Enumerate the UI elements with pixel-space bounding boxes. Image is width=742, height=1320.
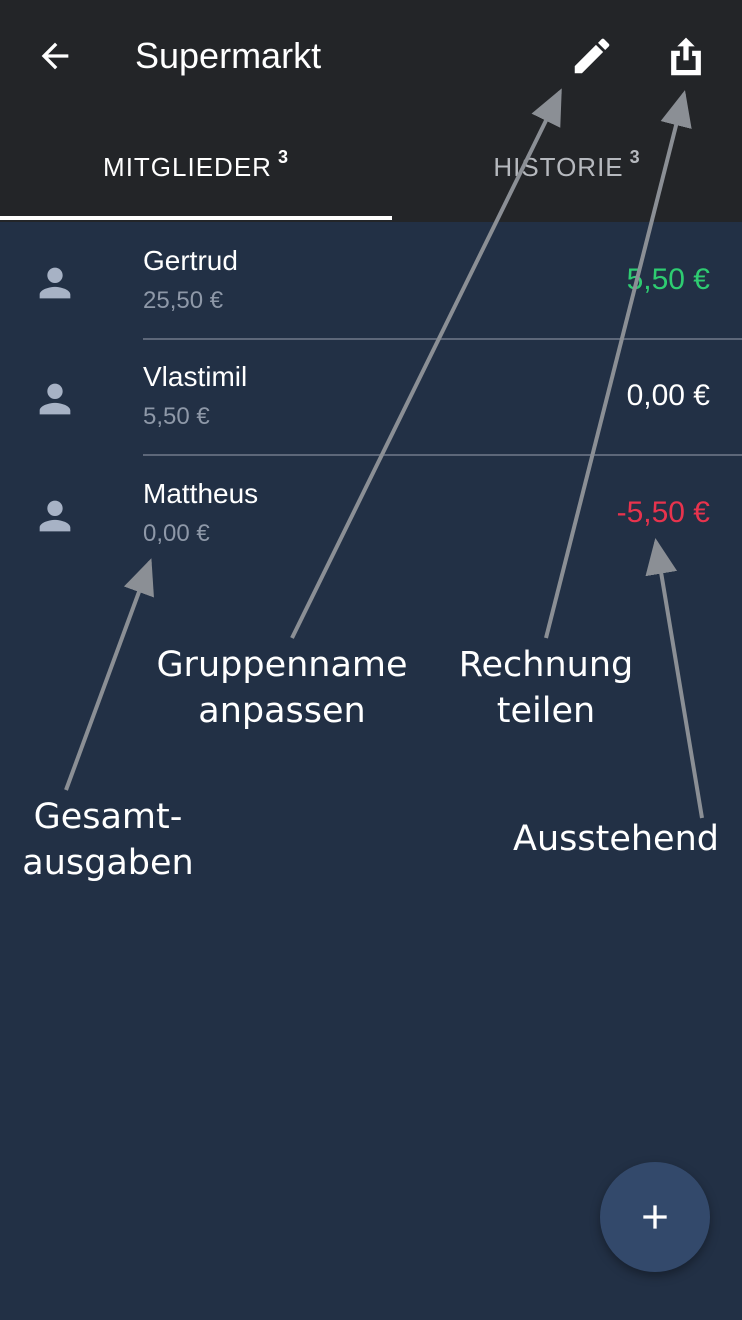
member-total-spent: 5,50 € <box>143 403 210 430</box>
pencil-icon <box>574 38 610 74</box>
arrow-left-icon <box>41 42 69 70</box>
annotation-total: Gesamt- ausgaben <box>8 794 208 886</box>
annotation-outstanding: Ausstehend <box>498 816 734 862</box>
arrow-outstanding <box>645 538 704 819</box>
tab-history-count: 3 <box>629 146 641 167</box>
app-bar: Supermarkt <box>0 0 742 112</box>
member-name: Gertrud <box>143 245 238 276</box>
share-button[interactable] <box>656 28 716 84</box>
tab-history[interactable]: HISTORIE 3 <box>392 112 742 222</box>
annotation-outstanding-line: Ausstehend <box>513 819 719 859</box>
annotation-share-line: Rechnung <box>458 645 634 685</box>
annotation-total-line: ausgaben <box>22 843 194 883</box>
tab-history-label: HISTORIE <box>493 151 624 182</box>
active-tab-indicator <box>0 216 392 220</box>
add-button[interactable] <box>600 1162 710 1272</box>
annotation-rename: Gruppenname anpassen <box>142 642 422 734</box>
arrow-total <box>64 558 154 791</box>
share-icon <box>671 37 701 76</box>
person-icon <box>39 383 71 415</box>
member-row[interactable]: Mattheus 0,00 € -5,50 € <box>0 455 742 572</box>
annotation-total-line: Gesamt- <box>33 797 183 837</box>
plus-icon <box>643 1205 667 1229</box>
annotation-rename-line: Gruppenname <box>156 645 408 685</box>
member-row[interactable]: Vlastimil 5,50 € 0,00 € <box>0 338 742 456</box>
annotation-share-line: teilen <box>496 691 596 731</box>
member-total-spent: 0,00 € <box>143 520 210 547</box>
tab-members[interactable]: MITGLIEDER 3 <box>0 112 392 222</box>
member-name: Vlastimil <box>143 361 248 392</box>
tab-members-count: 3 <box>277 146 289 167</box>
person-icon <box>39 500 71 532</box>
member-row[interactable]: Gertrud 25,50 € 5,50 € <box>0 222 742 340</box>
edit-group-name-button[interactable] <box>562 28 622 84</box>
back-button[interactable] <box>22 28 88 84</box>
annotation-share: Rechnung teilen <box>440 642 652 734</box>
member-balance: -5,50 € <box>616 496 710 529</box>
tab-members-label: MITGLIEDER <box>103 151 272 182</box>
page-title: Supermarkt <box>135 35 322 76</box>
member-balance: 5,50 € <box>626 263 710 296</box>
annotation-rename-line: anpassen <box>198 691 366 731</box>
member-name: Mattheus <box>143 478 259 509</box>
person-icon <box>39 267 71 299</box>
member-total-spent: 25,50 € <box>143 287 224 314</box>
tab-bar: MITGLIEDER 3 HISTORIE 3 <box>0 112 742 222</box>
member-balance: 0,00 € <box>626 379 710 412</box>
